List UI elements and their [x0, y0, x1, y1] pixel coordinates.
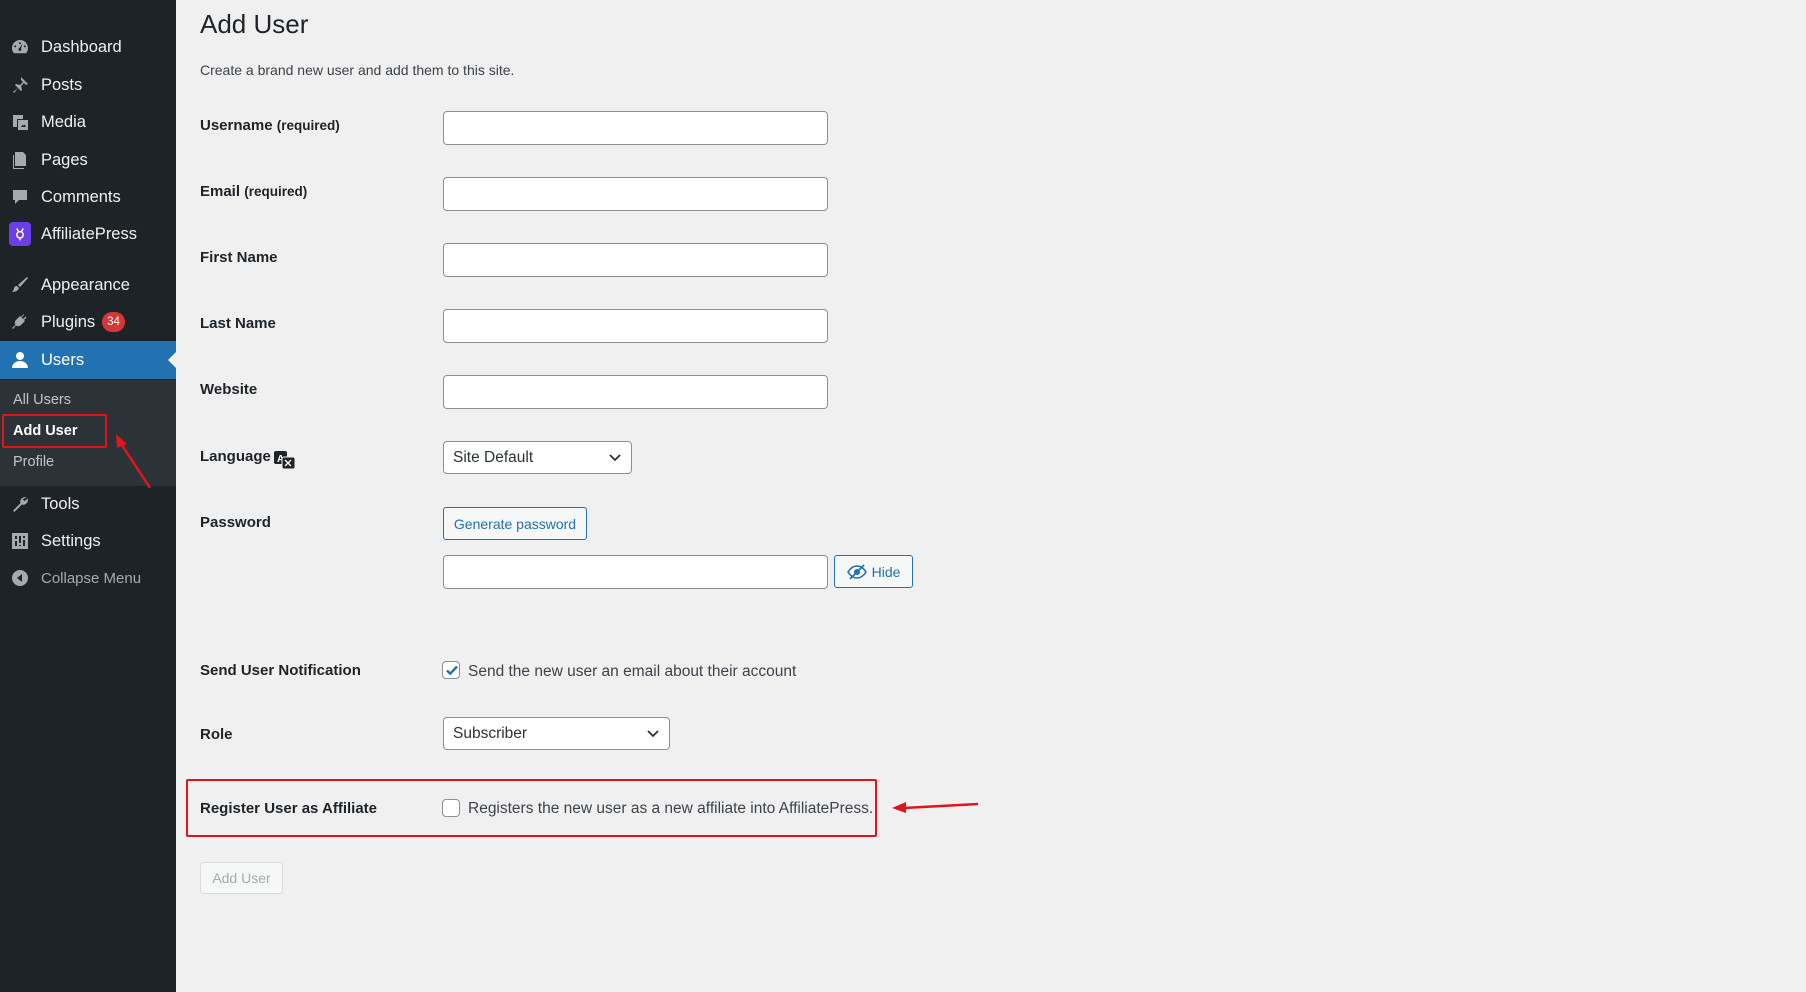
email-input[interactable]: [443, 177, 828, 211]
generate-password-button[interactable]: Generate password: [443, 507, 587, 540]
language-selected-value: Site Default: [453, 448, 534, 466]
settings-icon: [9, 530, 31, 552]
required-note: (required): [244, 184, 308, 199]
password-label: Password: [200, 514, 271, 531]
annotation-box-add-user: [2, 414, 107, 448]
hide-password-button[interactable]: Hide: [834, 555, 913, 588]
sidebar-item-label: Comments: [41, 187, 121, 206]
sidebar-item-label: Collapse Menu: [41, 569, 142, 587]
sidebar-item-users[interactable]: Users: [0, 341, 176, 379]
last-name-label: Last Name: [200, 315, 276, 332]
affiliatepress-logo-icon: [9, 222, 31, 246]
last-name-input[interactable]: [443, 309, 828, 343]
username-label: Username (required): [200, 117, 340, 134]
dashboard-icon: [9, 36, 31, 58]
sidebar-item-pages[interactable]: Pages: [0, 142, 176, 178]
annotation-box-affiliate: [186, 779, 877, 837]
hide-label: Hide: [871, 563, 901, 580]
sidebar-item-posts[interactable]: Posts: [0, 67, 176, 103]
brush-icon: [9, 274, 31, 296]
annotation-arrow-add-user: [116, 434, 152, 489]
sidebar-item-label: Pages: [41, 150, 88, 169]
annotation-arrow-affiliate: [892, 802, 979, 813]
sidebar-item-appearance[interactable]: Appearance: [0, 267, 176, 303]
admin-sidebar: Dashboard Posts Media Pages Comments Aff…: [0, 0, 176, 992]
first-name-input[interactable]: [443, 243, 828, 277]
role-label: Role: [200, 726, 233, 743]
sidebar-item-affiliatepress[interactable]: AffiliatePress: [0, 216, 176, 252]
notification-label: Send User Notification: [200, 662, 361, 679]
notification-checkbox-label: Send the new user an email about their a…: [468, 663, 797, 680]
language-label: Language: [200, 448, 271, 465]
submenu-item-profile[interactable]: Profile: [13, 454, 54, 470]
sidebar-item-comments[interactable]: Comments: [0, 179, 176, 215]
sidebar-item-label: Posts: [41, 75, 83, 94]
sidebar-item-label: Settings: [41, 531, 101, 550]
pin-icon: [9, 74, 31, 96]
language-select[interactable]: Site Default: [443, 441, 632, 474]
wrench-icon: [9, 493, 31, 515]
page-title: Add User: [200, 9, 309, 39]
eye-hidden-icon: [846, 563, 867, 580]
sidebar-item-label: Media: [41, 112, 86, 131]
sidebar-item-media[interactable]: Media: [0, 104, 176, 140]
comment-icon: [9, 186, 31, 208]
add-user-submit-button[interactable]: Add User: [200, 862, 283, 894]
website-label: Website: [200, 381, 258, 398]
sidebar-item-label: Plugins: [41, 312, 96, 331]
notification-checkbox[interactable]: [442, 661, 460, 679]
website-input[interactable]: [443, 375, 828, 409]
sidebar-item-label: Tools: [41, 494, 80, 513]
page-description: Create a brand new user and add them to …: [200, 62, 515, 78]
checkmark-icon: [446, 665, 458, 676]
sidebar-item-settings[interactable]: Settings: [0, 523, 176, 559]
required-note: (required): [276, 118, 340, 133]
chevron-down-icon: [609, 454, 621, 462]
plugins-update-badge: 34: [102, 312, 125, 332]
email-label: Email (required): [200, 183, 308, 200]
sidebar-item-label: Dashboard: [41, 37, 122, 56]
role-select[interactable]: Subscriber: [443, 717, 670, 750]
sidebar-item-label: AffiliatePress: [41, 224, 137, 243]
sidebar-item-label: Appearance: [41, 275, 130, 294]
sidebar-item-dashboard[interactable]: Dashboard: [0, 29, 176, 65]
submenu-item-all-users[interactable]: All Users: [13, 392, 71, 408]
role-selected-value: Subscriber: [453, 724, 528, 742]
sidebar-item-label: Users: [41, 350, 85, 369]
first-name-label: First Name: [200, 249, 278, 266]
plugin-icon: [9, 311, 31, 333]
collapse-icon: [9, 567, 31, 589]
translation-icon: A: [274, 451, 296, 470]
password-input[interactable]: [443, 555, 828, 589]
media-icon: [9, 111, 31, 133]
username-input[interactable]: [443, 111, 828, 145]
sidebar-item-plugins[interactable]: Plugins 34: [0, 304, 176, 340]
collapse-menu-button[interactable]: Collapse Menu: [0, 560, 176, 596]
chevron-down-icon: [647, 730, 659, 738]
user-icon: [9, 349, 31, 371]
pages-icon: [9, 149, 31, 171]
